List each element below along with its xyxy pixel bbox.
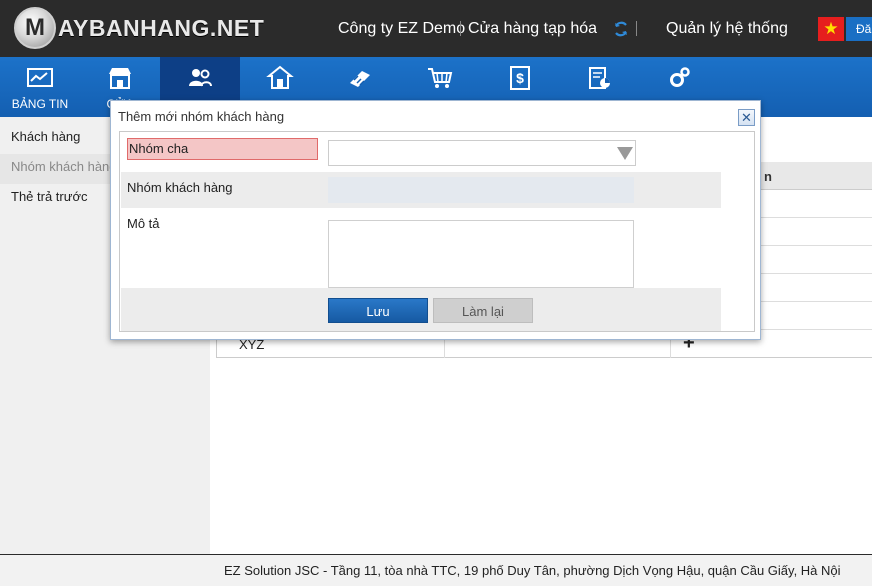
money-icon: $ bbox=[510, 66, 530, 90]
parent-group-row: Nhóm cha bbox=[121, 132, 721, 170]
description-row: Mô tả bbox=[121, 208, 721, 292]
logo-mark: M bbox=[14, 7, 56, 49]
parent-group-label: Nhóm cha bbox=[127, 138, 318, 160]
sync-icon[interactable] bbox=[612, 20, 630, 38]
parent-group-select[interactable] bbox=[328, 140, 636, 166]
nav-label: BẢNG TIN bbox=[11, 97, 69, 111]
header-divider bbox=[636, 21, 637, 36]
system-admin-link[interactable]: Quản lý hệ thống bbox=[666, 20, 788, 38]
header-divider bbox=[460, 21, 461, 36]
footer: EZ Solution JSC - Tầng 11, tòa nhà TTC, … bbox=[0, 554, 872, 586]
svg-text:$: $ bbox=[516, 70, 524, 86]
dashboard-icon bbox=[27, 68, 53, 87]
products-icon bbox=[350, 71, 370, 87]
description-textarea[interactable] bbox=[328, 220, 634, 288]
dialog-title: Thêm mới nhóm khách hàng bbox=[118, 109, 285, 124]
nav-dashboard[interactable]: BẢNG TIN bbox=[0, 57, 80, 117]
group-name-label: Nhóm khách hàng bbox=[127, 180, 233, 195]
report-icon bbox=[589, 67, 610, 89]
warehouse-icon bbox=[266, 65, 294, 89]
chevron-down-icon[interactable] bbox=[617, 147, 633, 160]
add-customer-group-dialog: Thêm mới nhóm khách hàng ✕ Nhóm cha Nhóm… bbox=[110, 100, 761, 340]
table-header-cell: n bbox=[764, 169, 772, 184]
sidebar-item-customer-groups[interactable]: Nhóm khách hàng bbox=[11, 159, 117, 174]
button-row: Lưu Làm lại bbox=[121, 288, 721, 331]
footer-address: EZ Solution JSC - Tầng 11, tòa nhà TTC, … bbox=[224, 563, 841, 578]
logout-button[interactable]: Đă bbox=[846, 17, 872, 41]
customers-icon bbox=[189, 69, 212, 87]
cart-icon bbox=[428, 68, 453, 88]
settings-icon bbox=[670, 67, 690, 87]
reset-button[interactable]: Làm lại bbox=[433, 298, 533, 323]
store-name[interactable]: Cửa hàng tạp hóa bbox=[468, 20, 597, 38]
sidebar-item-customers[interactable]: Khách hàng bbox=[11, 129, 80, 144]
group-name-row: Nhóm khách hàng bbox=[121, 172, 721, 208]
description-label: Mô tả bbox=[127, 216, 160, 231]
logo-text: AYBANHANG.NET bbox=[58, 14, 265, 41]
company-name[interactable]: Công ty EZ Demo bbox=[338, 20, 465, 38]
sidebar-item-prepaid-cards[interactable]: Thẻ trả trước bbox=[11, 189, 87, 204]
save-button[interactable]: Lưu bbox=[328, 298, 428, 323]
vietnam-flag-icon[interactable]: ★ bbox=[818, 17, 844, 41]
close-icon[interactable]: ✕ bbox=[738, 109, 755, 126]
top-header: M AYBANHANG.NET Công ty EZ Demo Cửa hàng… bbox=[0, 0, 872, 57]
logo[interactable]: M AYBANHANG.NET bbox=[14, 7, 265, 49]
store-icon bbox=[109, 68, 131, 89]
dialog-form: Nhóm cha Nhóm khách hàng Mô tả Lưu Làm l… bbox=[119, 131, 755, 332]
group-name-input[interactable] bbox=[328, 177, 634, 203]
